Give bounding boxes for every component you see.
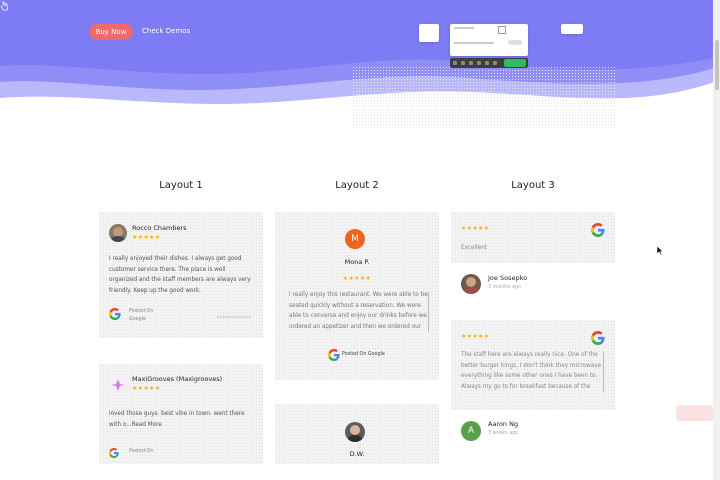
avatar	[109, 224, 127, 242]
review-time: 3 weeks ago	[488, 431, 519, 436]
star-rating: ★★★★★	[461, 225, 490, 232]
google-icon	[109, 448, 119, 458]
star-rating: ★★★★★	[132, 385, 161, 392]
review-time: 3 months ago	[488, 285, 522, 290]
cursor-arrow-icon	[656, 245, 664, 256]
reviewer-name: Mona P.	[344, 258, 370, 266]
review-card: ★★★★★ Excellent Joe Sosepko 3 months ago	[451, 212, 615, 302]
preview-widget-right	[561, 24, 583, 34]
review-card: M Mona P. ★★★★★ I really enjoy this rest…	[275, 212, 439, 380]
review-card: Rocco Chambers ★★★★★ I really enjoyed th…	[99, 212, 263, 338]
star-rating: ★★★★★	[342, 275, 372, 282]
review-card: MaxiGrooves (Maxigrooves) ★★★★★ loved th…	[99, 364, 263, 464]
avatar: A	[461, 421, 481, 441]
posted-source: Google	[129, 317, 146, 322]
text-scroll-indicator	[428, 292, 429, 332]
review-text: The staff here are always really nice. O…	[461, 352, 601, 390]
reviewer-strip: A Aaron Ng 3 weeks ago	[451, 410, 615, 450]
preview-backdrop	[352, 66, 617, 128]
posted-on-google: Posted On Google	[342, 352, 385, 357]
reviewer-name: MaxiGrooves (Maxigrooves)	[132, 375, 223, 383]
reviewer-strip: Joe Sosepko 3 months ago	[451, 263, 615, 302]
avatar: M	[345, 229, 365, 249]
review-text: I really enjoy this restaurant. We were …	[289, 292, 428, 330]
preview-toolbar	[450, 58, 528, 68]
reviewer-name: Aaron Ng	[488, 420, 519, 428]
reviewer-name: Rocco Chambers	[132, 224, 187, 232]
buy-now-button[interactable]: Buy Now	[89, 24, 133, 40]
review-text: Excellent	[461, 245, 487, 251]
preview-settings-panel	[450, 24, 528, 56]
layout-3-title: Layout 3	[511, 180, 555, 191]
star-rating: ★★★★★	[132, 234, 161, 241]
layout-1-title: Layout 1	[159, 180, 203, 191]
hand-pointer-icon	[0, 1, 9, 11]
avatar	[345, 422, 365, 442]
posted-on-label: Posted On	[129, 449, 154, 454]
avatar	[461, 274, 481, 294]
review-text: I really enjoyed their dishes. I always …	[109, 256, 251, 294]
date-placeholder	[217, 316, 251, 318]
review-card: ★★★★★ The staff here are always really n…	[451, 320, 615, 410]
google-icon	[109, 308, 121, 320]
google-icon	[591, 331, 605, 345]
posted-on-label: Posted On	[129, 309, 154, 314]
review-text: loved those guys. best vibe in town. wen…	[109, 411, 245, 428]
reviewer-name: Joe Sosepko	[488, 274, 528, 282]
text-scroll-indicator	[603, 352, 604, 392]
reviewer-name: D.W.	[349, 450, 365, 458]
google-icon	[591, 223, 605, 237]
review-card: D.W.	[275, 404, 439, 464]
page-scroll-thumb[interactable]	[715, 40, 719, 90]
preview-widget-left	[419, 24, 439, 42]
google-icon	[328, 349, 340, 361]
faded-floating-button[interactable]	[676, 405, 713, 421]
layout-2-title: Layout 2	[335, 180, 379, 191]
avatar	[110, 377, 126, 393]
check-demos-link[interactable]: Check Demos	[142, 27, 190, 35]
star-rating: ★★★★★	[461, 333, 490, 340]
